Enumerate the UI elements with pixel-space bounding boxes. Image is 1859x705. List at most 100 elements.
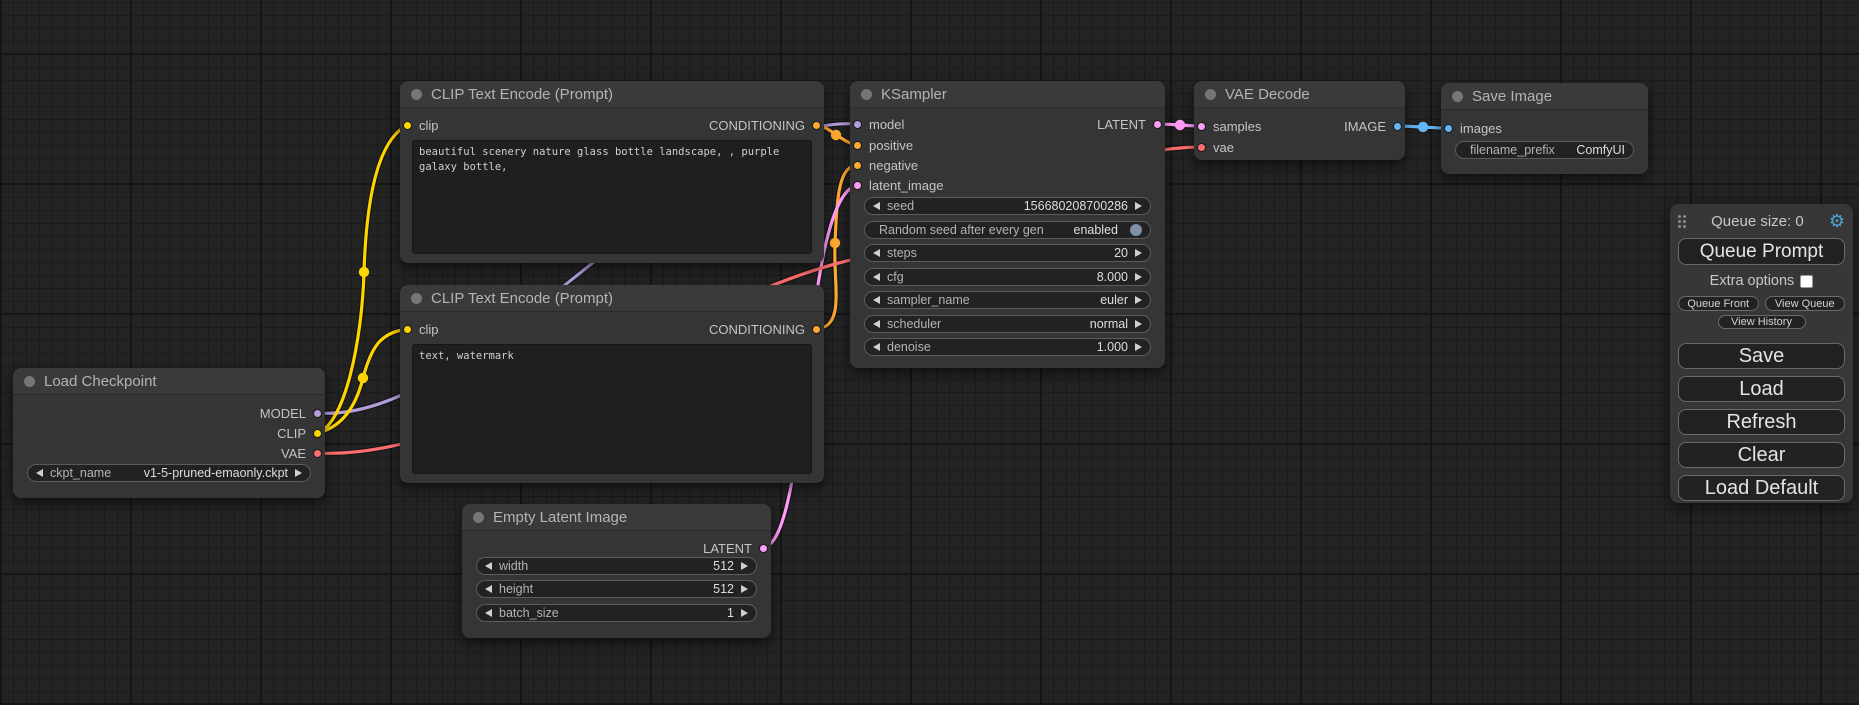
left-arrow-icon[interactable] [873, 202, 880, 210]
refresh-button[interactable]: Refresh [1678, 409, 1845, 435]
left-arrow-icon[interactable] [873, 343, 880, 351]
clip-socket-icon[interactable] [403, 325, 412, 334]
view-history-button[interactable]: View History [1718, 315, 1806, 329]
collapse-dot-icon[interactable] [411, 89, 422, 100]
left-arrow-icon[interactable] [873, 320, 880, 328]
node-clip-text-encode-negative[interactable]: CLIP Text Encode (Prompt) clip CONDITION… [400, 285, 824, 483]
right-arrow-icon[interactable] [741, 585, 748, 593]
node-title-bar[interactable]: VAE Decode [1194, 81, 1405, 108]
widget-value[interactable]: 1.000 [1097, 340, 1128, 354]
input-slot-vae[interactable]: vae [1197, 139, 1234, 155]
conditioning-socket-icon[interactable] [812, 325, 821, 334]
output-slot-conditioning[interactable]: CONDITIONING [709, 117, 821, 133]
cfg-widget[interactable]: cfg 8.000 [864, 268, 1151, 286]
input-slot-negative[interactable]: negative [853, 157, 918, 173]
input-slot-clip[interactable]: clip [403, 117, 439, 133]
output-slot-clip[interactable]: CLIP [277, 425, 322, 441]
right-arrow-icon[interactable] [741, 609, 748, 617]
load-default-button[interactable]: Load Default [1678, 475, 1845, 501]
right-arrow-icon[interactable] [1135, 296, 1142, 304]
save-button[interactable]: Save [1678, 343, 1845, 369]
scheduler-widget[interactable]: scheduler normal [864, 315, 1151, 333]
output-slot-latent[interactable]: LATENT [1097, 116, 1162, 132]
node-graph-canvas[interactable]: Load Checkpoint MODEL CLIP VAE ckpt_name… [0, 0, 1859, 705]
image-socket-icon[interactable] [1444, 124, 1453, 133]
left-arrow-icon[interactable] [485, 562, 492, 570]
denoise-widget[interactable]: denoise 1.000 [864, 338, 1151, 356]
filename-prefix-widget[interactable]: filename_prefix ComfyUI [1455, 141, 1634, 159]
output-slot-model[interactable]: MODEL [260, 405, 322, 421]
image-socket-icon[interactable] [1393, 122, 1402, 131]
prompt-textarea[interactable]: text, watermark [412, 344, 812, 474]
right-arrow-icon[interactable] [741, 562, 748, 570]
conditioning-socket-icon[interactable] [853, 161, 862, 170]
view-queue-button[interactable]: View Queue [1765, 296, 1846, 311]
node-load-checkpoint[interactable]: Load Checkpoint MODEL CLIP VAE ckpt_name… [13, 368, 325, 498]
seed-widget[interactable]: seed 156680208700286 [864, 197, 1151, 215]
output-slot-conditioning[interactable]: CONDITIONING [709, 321, 821, 337]
left-arrow-icon[interactable] [36, 469, 43, 477]
latent-socket-icon[interactable] [759, 544, 768, 553]
output-slot-vae[interactable]: VAE [281, 445, 322, 461]
collapse-dot-icon[interactable] [24, 376, 35, 387]
ckpt-name-widget[interactable]: ckpt_name v1-5-pruned-emaonly.ckpt [27, 464, 311, 482]
node-title-bar[interactable]: Load Checkpoint [13, 368, 325, 395]
model-socket-icon[interactable] [853, 120, 862, 129]
input-slot-latent-image[interactable]: latent_image [853, 177, 943, 193]
prompt-textarea[interactable]: beautiful scenery nature glass bottle la… [412, 140, 812, 254]
left-arrow-icon[interactable] [485, 609, 492, 617]
latent-socket-icon[interactable] [1197, 122, 1206, 131]
widget-value[interactable]: 156680208700286 [1024, 199, 1128, 213]
vae-socket-icon[interactable] [1197, 143, 1206, 152]
width-widget[interactable]: width 512 [476, 557, 757, 575]
right-arrow-icon[interactable] [1135, 343, 1142, 351]
node-title-bar[interactable]: Save Image [1441, 83, 1648, 110]
drag-handle-icon[interactable] [1678, 215, 1686, 228]
node-vae-decode[interactable]: VAE Decode samples vae IMAGE [1194, 81, 1405, 160]
steps-widget[interactable]: steps 20 [864, 244, 1151, 262]
input-slot-samples[interactable]: samples [1197, 118, 1261, 134]
input-slot-clip[interactable]: clip [403, 321, 439, 337]
node-empty-latent-image[interactable]: Empty Latent Image LATENT width 512 heig… [462, 504, 771, 638]
batch-size-widget[interactable]: batch_size 1 [476, 604, 757, 622]
clip-socket-icon[interactable] [313, 429, 322, 438]
widget-value[interactable]: euler [1100, 293, 1128, 307]
latent-socket-icon[interactable] [853, 181, 862, 190]
collapse-dot-icon[interactable] [1452, 91, 1463, 102]
node-title-bar[interactable]: Empty Latent Image [462, 504, 771, 531]
widget-value[interactable]: 8.000 [1097, 270, 1128, 284]
random-seed-toggle-widget[interactable]: Random seed after every gen enabled [864, 221, 1151, 239]
clear-button[interactable]: Clear [1678, 442, 1845, 468]
node-save-image[interactable]: Save Image images filename_prefix ComfyU… [1441, 83, 1648, 174]
node-clip-text-encode-positive[interactable]: CLIP Text Encode (Prompt) clip CONDITION… [400, 81, 824, 263]
load-button[interactable]: Load [1678, 376, 1845, 402]
input-slot-images[interactable]: images [1444, 120, 1502, 136]
left-arrow-icon[interactable] [873, 273, 880, 281]
conditioning-socket-icon[interactable] [812, 121, 821, 130]
right-arrow-icon[interactable] [295, 469, 302, 477]
left-arrow-icon[interactable] [873, 249, 880, 257]
widget-value[interactable]: 20 [1114, 246, 1128, 260]
widget-value[interactable]: 512 [713, 582, 734, 596]
right-arrow-icon[interactable] [1135, 273, 1142, 281]
left-arrow-icon[interactable] [873, 296, 880, 304]
model-socket-icon[interactable] [313, 409, 322, 418]
collapse-dot-icon[interactable] [1205, 89, 1216, 100]
node-title-bar[interactable]: CLIP Text Encode (Prompt) [400, 81, 824, 108]
conditioning-socket-icon[interactable] [853, 141, 862, 150]
widget-value[interactable]: ComfyUI [1576, 143, 1625, 157]
node-title-bar[interactable]: CLIP Text Encode (Prompt) [400, 285, 824, 312]
output-slot-latent[interactable]: LATENT [703, 540, 768, 556]
widget-value[interactable]: 512 [713, 559, 734, 573]
input-slot-model[interactable]: model [853, 116, 904, 132]
height-widget[interactable]: height 512 [476, 580, 757, 598]
gear-icon[interactable]: ⚙ [1829, 212, 1845, 230]
sampler-name-widget[interactable]: sampler_name euler [864, 291, 1151, 309]
widget-value[interactable]: v1-5-pruned-emaonly.ckpt [144, 466, 288, 480]
widget-value[interactable]: 1 [727, 606, 734, 620]
vae-socket-icon[interactable] [313, 449, 322, 458]
right-arrow-icon[interactable] [1135, 202, 1142, 210]
collapse-dot-icon[interactable] [861, 89, 872, 100]
queue-prompt-button[interactable]: Queue Prompt [1678, 238, 1845, 265]
clip-socket-icon[interactable] [403, 121, 412, 130]
